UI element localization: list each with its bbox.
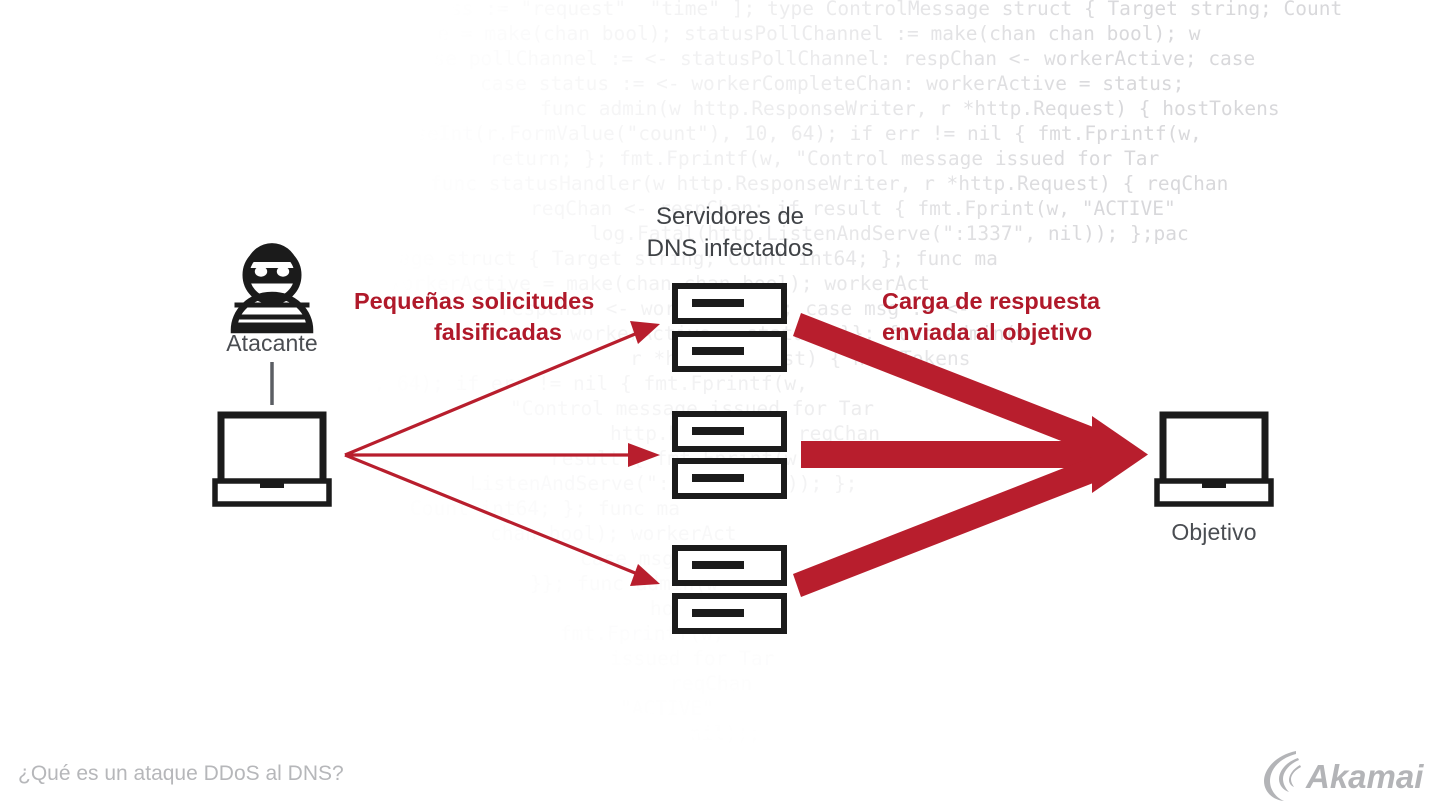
akamai-wordmark: Akamai [1305,758,1424,795]
burglar-icon [230,243,314,334]
server-rack-icon-group-2 [672,411,787,499]
akamai-swoosh-icon [1264,751,1301,801]
spoofed-requests-label-line1: Pequeñas solicitudes [354,288,595,314]
laptop-icon-target [1154,411,1274,507]
diagram-canvas [212,243,1274,634]
spoofed-requests-label: Pequeñas solicitudes falsificadas [354,286,626,348]
laptop-icon-attacker [212,411,332,507]
response-payload-label: Carga de respuesta enviada al objetivo [882,286,1162,348]
attacker-label: Atacante [226,330,318,356]
response-payload-arrows [793,313,1148,597]
dns-servers-label-line1: Servidores de [655,203,805,230]
dns-servers-label: Servidores de DNS infectados [600,201,860,265]
target-label: Objetivo [1171,519,1257,545]
server-rack-icon-group-1 [672,283,787,372]
ddos-dns-diagram: ss := "request" "time" ]; type ControlMe… [0,0,1440,810]
dns-servers-label-line2: DNS infectados [646,235,814,262]
spoofed-request-arrows [344,321,660,586]
page-caption: ¿Qué es un ataque DDoS al DNS? [18,762,344,785]
spoofed-requests-label-line2: falsificadas [433,319,562,345]
response-payload-label-line2: enviada al objetivo [882,319,1093,345]
akamai-logo: Akamai [1264,751,1424,801]
server-rack-icon-group-3 [672,545,787,634]
response-payload-label-line1: Carga de respuesta [882,288,1101,314]
